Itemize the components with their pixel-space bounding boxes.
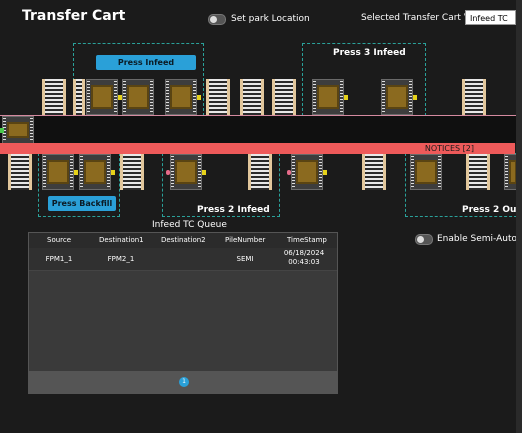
park-location-label: Set park Location <box>231 14 310 24</box>
column-header-destination1[interactable]: Destination1 <box>99 236 144 244</box>
conveyor <box>42 79 66 115</box>
transfer-cart[interactable] <box>86 79 118 115</box>
table-header: Source Destination1 Destination2 PileNum… <box>29 233 337 248</box>
column-header-destination2[interactable]: Destination2 <box>161 236 206 244</box>
page-scrollbar[interactable] <box>516 0 522 433</box>
cell-timestamp-time: 00:43:03 <box>288 258 320 266</box>
cell-pilenumber: SEMI <box>236 255 254 263</box>
transfer-track <box>0 115 522 144</box>
transfer-cart[interactable] <box>42 154 74 190</box>
park-location-toggle[interactable] <box>208 14 226 25</box>
conveyor <box>73 79 85 115</box>
conveyor <box>206 79 230 115</box>
queue-table: Source Destination1 Destination2 PileNum… <box>28 232 338 394</box>
transfer-cart[interactable] <box>381 79 413 115</box>
cell-destination1: FPM2_1 <box>107 255 135 263</box>
column-header-timestamp[interactable]: TimeStamp <box>287 236 327 244</box>
transfer-cart[interactable] <box>410 154 442 190</box>
press-3-infeed-label: Press 3 Infeed <box>333 48 406 58</box>
status-indicator <box>202 170 206 175</box>
column-header-pilenumber[interactable]: PileNumber <box>225 236 265 244</box>
status-indicator <box>344 95 348 100</box>
cell-source: FPM1_1 <box>45 255 73 263</box>
view-select[interactable]: Infeed TC <box>465 10 516 25</box>
semi-auto-toggle[interactable] <box>415 234 433 245</box>
conveyor <box>466 154 490 190</box>
status-indicator <box>0 128 4 133</box>
press-2-outfeed-label: Press 2 Outfe <box>462 205 522 215</box>
transfer-cart[interactable] <box>170 154 202 190</box>
conveyor <box>8 154 32 190</box>
status-indicator <box>413 95 417 100</box>
conveyor <box>362 154 386 190</box>
conveyor <box>272 79 296 115</box>
conveyor <box>462 79 486 115</box>
notices-count[interactable]: NOTICES [2] <box>425 144 474 153</box>
press-2-infeed-label: Press 2 Infeed <box>197 205 270 215</box>
status-indicator <box>111 170 115 175</box>
page-title: Transfer Cart <box>22 8 126 24</box>
table-row[interactable]: FPM1_1 FPM2_1 SEMI 06/18/2024 00:43:03 <box>29 248 337 271</box>
transfer-cart[interactable] <box>79 154 111 190</box>
semi-auto-label: Enable Semi-Auto <box>437 234 517 244</box>
transfer-cart[interactable] <box>122 79 154 115</box>
status-indicator <box>323 170 327 175</box>
conveyor <box>120 154 144 190</box>
page-button[interactable]: 1 <box>179 377 189 387</box>
pagination-bar: 1 <box>29 371 337 393</box>
press-backfill-button[interactable]: Press Backfill <box>48 196 116 211</box>
cell-timestamp-date: 06/18/2024 <box>283 249 325 257</box>
transfer-cart[interactable] <box>165 79 197 115</box>
transfer-cart[interactable] <box>291 154 323 190</box>
conveyor <box>248 154 272 190</box>
status-indicator <box>197 95 201 100</box>
column-header-source[interactable]: Source <box>47 236 71 244</box>
conveyor <box>240 79 264 115</box>
queue-title: Infeed TC Queue <box>152 220 227 230</box>
press-infeed-button[interactable]: Press Infeed <box>96 55 196 70</box>
transfer-cart-on-track[interactable] <box>2 116 34 144</box>
transfer-cart[interactable] <box>312 79 344 115</box>
status-indicator <box>74 170 78 175</box>
